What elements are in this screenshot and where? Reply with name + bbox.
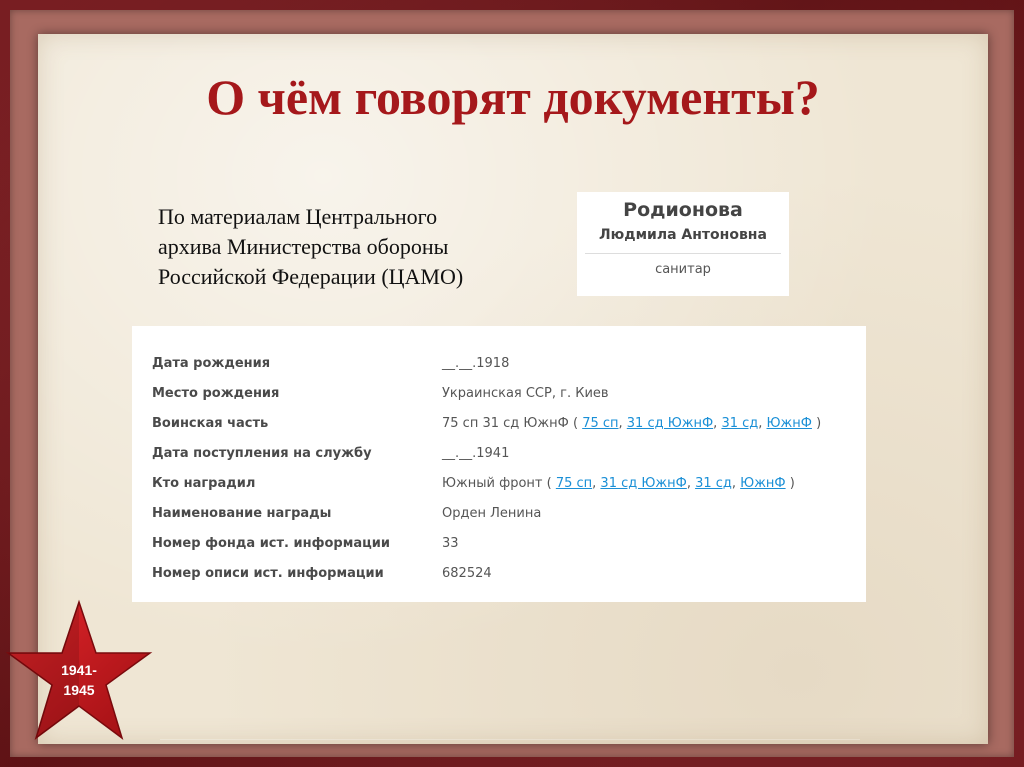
card-divider: [585, 253, 781, 254]
table-row: Наименование награды Орден Ленина: [152, 499, 852, 529]
table-row: Кто наградил Южный фронт ( 75 сп, 31 сд …: [152, 469, 852, 499]
unit-link[interactable]: 31 сд ЮжнФ: [627, 416, 713, 431]
row-value: Южный фронт ( 75 сп, 31 сд ЮжнФ, 31 сд, …: [442, 476, 795, 491]
person-surname: Родионова: [623, 199, 743, 221]
row-label: Воинская часть: [152, 416, 269, 431]
unit-link[interactable]: 75 сп: [582, 416, 618, 431]
unit-link[interactable]: 31 сд: [721, 416, 758, 431]
unit-link[interactable]: 31 сд: [695, 476, 732, 491]
row-label: Кто наградил: [152, 476, 256, 491]
unit-link[interactable]: ЮжнФ: [767, 416, 812, 431]
emblem-years: 1941- 1945: [44, 660, 114, 700]
row-label: Наименование награды: [152, 506, 332, 521]
table-row: Место рождения Украинская ССР, г. Киев: [152, 379, 852, 409]
row-label: Место рождения: [152, 386, 280, 401]
footer-divider: [160, 739, 860, 740]
table-row: Воинская часть 75 сп 31 сд ЮжнФ ( 75 сп,…: [152, 409, 852, 439]
record-table: Дата рождения __.__.1918 Место рождения …: [132, 326, 866, 602]
row-value: __.__.1941: [442, 446, 510, 461]
person-given-names: Людмила Антоновна: [599, 227, 767, 243]
row-value: Орден Ленина: [442, 506, 542, 521]
caption-line: Российской Федерации (ЦАМО): [158, 264, 464, 289]
table-row: Дата рождения __.__.1918: [152, 349, 852, 379]
row-value: 33: [442, 536, 459, 551]
row-value: 682524: [442, 566, 492, 581]
row-label: Номер описи ист. информации: [152, 566, 384, 581]
table-row: Номер фонда ист. информации 33: [152, 529, 852, 559]
caption-line: По материалам Центрального: [158, 204, 438, 229]
table-row: Номер описи ист. информации 682524: [152, 559, 852, 589]
slide-title: О чём говорят документы?: [206, 69, 820, 125]
row-value: __.__.1918: [442, 356, 510, 371]
emblem-year-end: 1945: [63, 682, 95, 698]
row-label: Дата поступления на службу: [152, 446, 372, 461]
person-role: санитар: [655, 262, 711, 277]
unit-link[interactable]: ЮжнФ: [740, 476, 785, 491]
unit-link[interactable]: 75 сп: [556, 476, 592, 491]
row-value: Украинская ССР, г. Киев: [442, 386, 609, 401]
row-label: Номер фонда ист. информации: [152, 536, 390, 551]
unit-link[interactable]: 31 сд ЮжнФ: [600, 476, 686, 491]
emblem-year-start: 1941-: [61, 662, 97, 678]
person-card: Родионова Людмила Антоновна санитар: [577, 192, 789, 296]
row-value: 75 сп 31 сд ЮжнФ ( 75 сп, 31 сд ЮжнФ, 31…: [442, 416, 822, 431]
table-row: Дата поступления на службу __.__.1941: [152, 439, 852, 469]
source-caption: По материалам Центрального архива Минист…: [158, 202, 558, 292]
caption-line: архива Министерства обороны: [158, 234, 449, 259]
row-label: Дата рождения: [152, 356, 271, 371]
